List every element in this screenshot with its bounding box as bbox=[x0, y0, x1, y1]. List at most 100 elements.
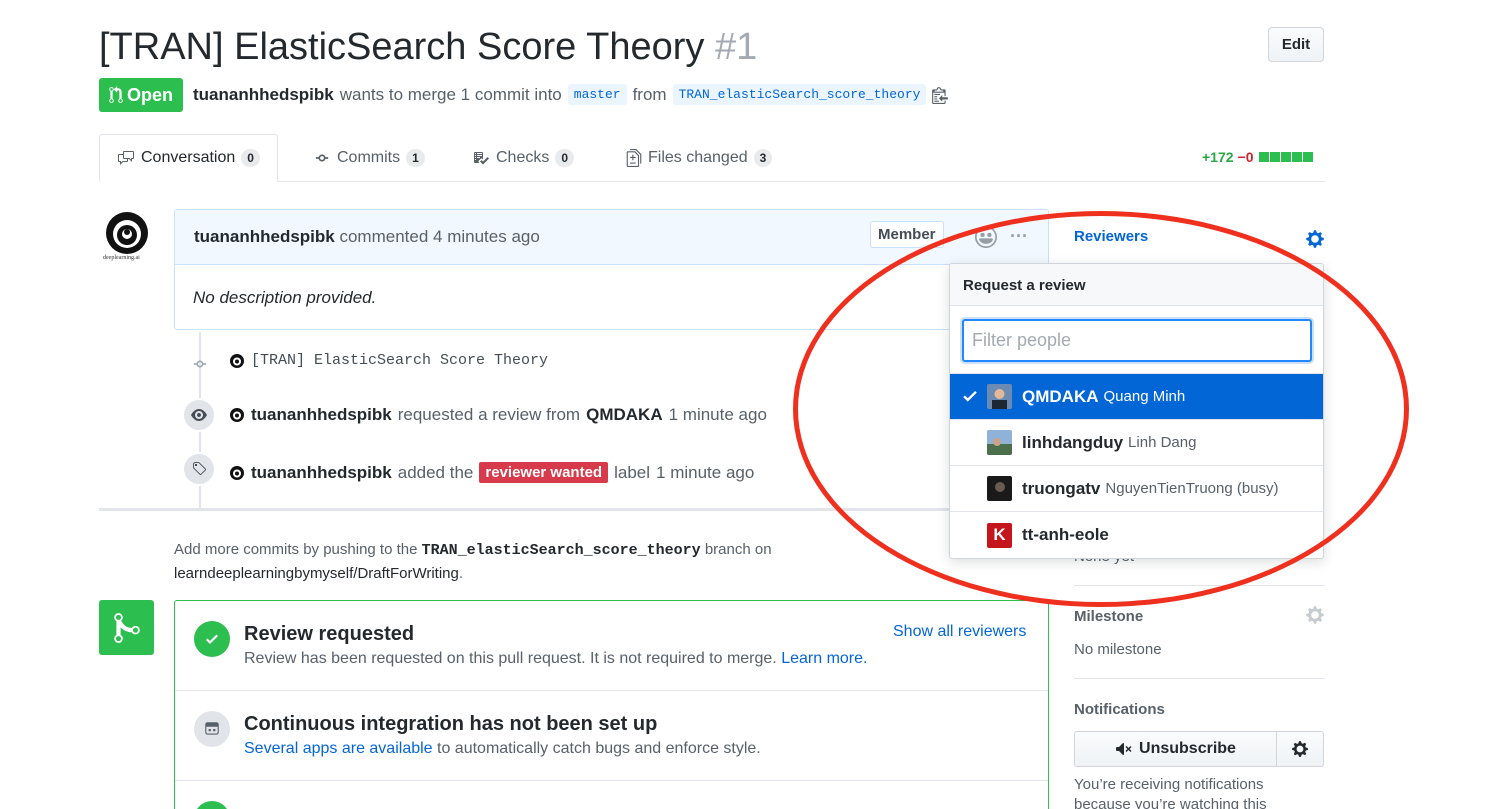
reaction-icon[interactable] bbox=[975, 226, 997, 253]
actor-avatar[interactable] bbox=[229, 465, 245, 481]
apps-link[interactable]: Several apps are available bbox=[244, 740, 433, 757]
unsubscribe-group: Unsubscribe bbox=[1074, 731, 1324, 767]
tab-label: Files changed bbox=[648, 149, 748, 166]
event-actor[interactable]: tuananhhedspibk bbox=[251, 405, 392, 425]
pull-request-icon bbox=[109, 86, 123, 103]
comment-author[interactable]: tuananhhedspibk bbox=[194, 227, 335, 247]
git-merge-icon bbox=[99, 600, 154, 655]
author-link[interactable]: tuananhhedspibk bbox=[193, 85, 334, 105]
clipboard-icon[interactable] bbox=[932, 86, 949, 104]
git-commit-icon bbox=[315, 154, 329, 162]
show-all-reviewers-link[interactable]: Show all reviewers bbox=[893, 623, 1026, 641]
author-avatar[interactable]: deeplearning.ai bbox=[99, 209, 155, 265]
push-suffix: branch on bbox=[704, 541, 772, 558]
unsubscribe-label: Unsubscribe bbox=[1139, 740, 1236, 757]
review-sub-text: Review has been requested on this pull r… bbox=[244, 650, 777, 667]
reviewer-login: truongatv bbox=[1022, 478, 1101, 498]
commit-avatar[interactable] bbox=[229, 353, 245, 369]
merge-text: wants to merge 1 commit into bbox=[339, 84, 562, 104]
tab-counter: 0 bbox=[241, 149, 260, 167]
push-prefix: Add more commits by pushing to the bbox=[174, 541, 418, 558]
event-actor[interactable]: tuananhhedspibk bbox=[251, 463, 392, 483]
reviewer-option[interactable]: linhdangduy Linh Dang bbox=[950, 420, 1323, 466]
review-request-event: tuananhhedspibk requested a review from … bbox=[229, 405, 767, 425]
gear-icon[interactable] bbox=[1305, 229, 1325, 254]
comment-box: tuananhhedspibk commented 4 minutes ago … bbox=[174, 209, 1049, 330]
comment-time[interactable]: 4 minutes ago bbox=[433, 227, 540, 247]
timeline-divider bbox=[99, 508, 1049, 511]
unsubscribe-button[interactable]: Unsubscribe bbox=[1075, 732, 1277, 766]
more-options-icon[interactable]: ··· bbox=[1010, 226, 1028, 247]
reviewer-login: tt-anh-eole bbox=[1022, 525, 1109, 544]
event-target[interactable]: QMDAKA bbox=[586, 405, 663, 425]
push-branch: TRAN_elasticSearch_score_theory bbox=[421, 542, 701, 559]
milestone-gear-icon[interactable] bbox=[1305, 605, 1325, 630]
diff-additions: +172 bbox=[1202, 149, 1234, 165]
reviewers-heading[interactable]: Reviewers bbox=[1074, 228, 1148, 245]
reviewer-option[interactable]: K tt-anh-eole bbox=[950, 512, 1323, 558]
comment-body: No description provided. bbox=[193, 288, 377, 307]
reviewer-avatar bbox=[987, 430, 1012, 455]
repo-link[interactable]: learndeeplearningbymyself/DraftForWritin… bbox=[174, 565, 459, 582]
ci-text: Continuous integration has not been set … bbox=[244, 713, 761, 758]
diffstat-bar bbox=[1258, 149, 1313, 165]
member-badge: Member bbox=[870, 221, 944, 248]
from-text: from bbox=[632, 84, 667, 104]
popup-title: Request a review bbox=[950, 264, 1323, 306]
sidebar-divider bbox=[1074, 585, 1325, 586]
sidebar-divider bbox=[1074, 678, 1325, 679]
robot-icon bbox=[194, 711, 230, 747]
label-event: tuananhhedspibk added the reviewer wante… bbox=[229, 462, 754, 483]
event-time[interactable]: 1 minute ago bbox=[669, 405, 767, 425]
milestone-heading[interactable]: Milestone bbox=[1074, 608, 1143, 625]
reviewer-option[interactable]: truongatv NguyenTienTruong (busy) bbox=[950, 466, 1323, 512]
reviewer-option[interactable]: QMDAKA Quang Minh bbox=[950, 374, 1323, 420]
pr-number: #1 bbox=[714, 26, 758, 68]
reviewer-avatar bbox=[987, 384, 1012, 409]
notification-settings-icon[interactable] bbox=[1277, 732, 1323, 766]
check-icon bbox=[194, 801, 230, 809]
tab-files-changed[interactable]: Files changed 3 bbox=[609, 134, 789, 182]
notif-text-line2: because you’re watching this bbox=[1074, 796, 1267, 809]
ci-subtitle: Several apps are available to automatica… bbox=[244, 740, 761, 758]
comment-discussion-icon bbox=[118, 151, 134, 165]
ci-status-row: Continuous integration has not been set … bbox=[175, 691, 1048, 781]
event-text: added the bbox=[397, 462, 474, 482]
review-text: Review requested Review has been request… bbox=[244, 623, 867, 668]
ci-sub-text: to automatically catch bugs and enforce … bbox=[437, 740, 761, 757]
comment-action: commented bbox=[339, 227, 429, 246]
label-badge[interactable]: reviewer wanted bbox=[479, 462, 609, 483]
tab-conversation[interactable]: Conversation 0 bbox=[99, 134, 278, 182]
tab-label: Conversation bbox=[141, 149, 236, 166]
tab-commits[interactable]: Commits 1 bbox=[296, 134, 442, 182]
reviewer-name: Quang Minh bbox=[1103, 388, 1186, 405]
reviewer-name: NguyenTienTruong (busy) bbox=[1105, 480, 1279, 497]
status-badge: Open bbox=[99, 78, 184, 112]
checklist-icon bbox=[474, 152, 489, 165]
reviewer-avatar bbox=[987, 476, 1012, 501]
pr-title-text: [TRAN] ElasticSearch Score Theory bbox=[99, 26, 705, 68]
avatar-caption: deeplearning.ai bbox=[103, 255, 140, 261]
tab-label: Commits bbox=[337, 149, 401, 166]
commit-node-icon bbox=[192, 357, 208, 376]
filter-people-input[interactable] bbox=[962, 319, 1312, 362]
base-branch[interactable]: master bbox=[567, 84, 627, 105]
actor-avatar[interactable] bbox=[229, 407, 245, 423]
tab-checks[interactable]: Checks 0 bbox=[455, 134, 591, 182]
review-title: Review requested bbox=[244, 623, 415, 645]
event-time[interactable]: 1 minute ago bbox=[656, 463, 754, 483]
diff-deletions: −0 bbox=[1237, 149, 1254, 165]
commit-item: [TRAN] ElasticSearch Score Theory bbox=[229, 352, 548, 369]
head-branch[interactable]: TRAN_elasticSearch_score_theory bbox=[672, 84, 927, 105]
reviewer-login: QMDAKA bbox=[1022, 386, 1099, 406]
merge-box: Review requested Review has been request… bbox=[174, 600, 1049, 809]
tab-counter: 3 bbox=[753, 149, 773, 167]
tag-icon bbox=[182, 452, 216, 486]
commit-message[interactable]: [TRAN] ElasticSearch Score Theory bbox=[251, 352, 548, 369]
pr-title: [TRAN] ElasticSearch Score Theory #1 bbox=[99, 26, 757, 69]
edit-button[interactable]: Edit bbox=[1268, 27, 1324, 62]
learn-more-link[interactable]: Learn more. bbox=[781, 650, 867, 667]
eye-icon bbox=[182, 398, 216, 432]
file-diff-icon bbox=[626, 149, 642, 167]
notifications-heading: Notifications bbox=[1074, 701, 1165, 718]
